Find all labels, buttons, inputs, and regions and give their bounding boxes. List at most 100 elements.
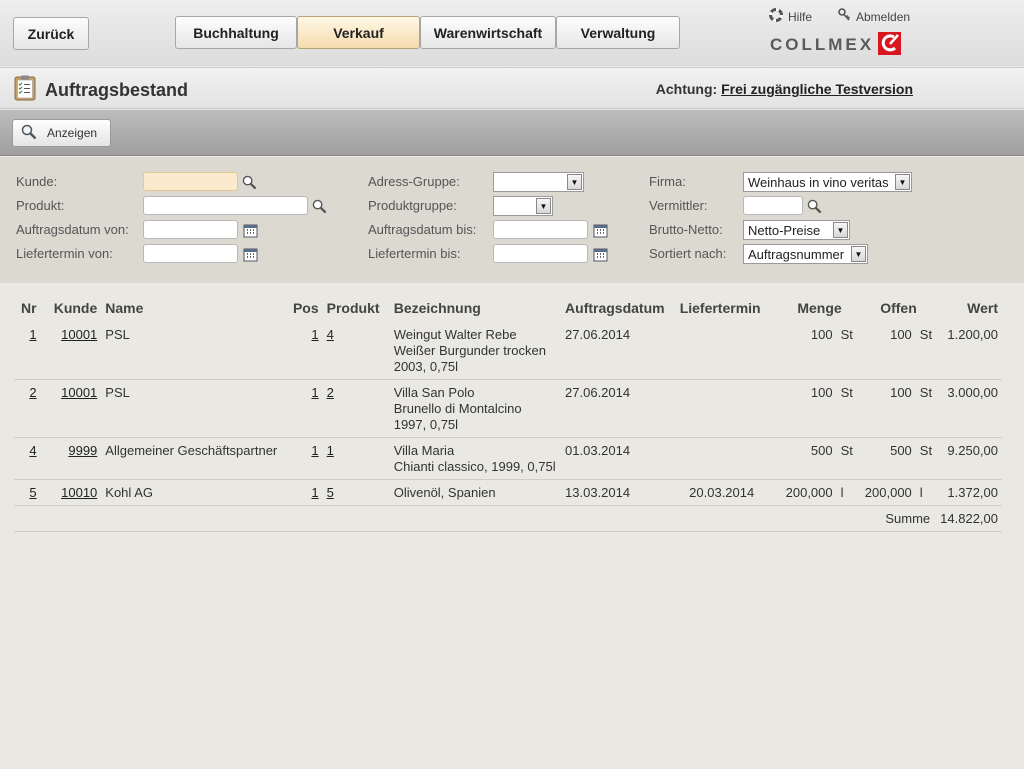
order-number-link[interactable]: 1 [29, 327, 36, 342]
company-label: Firma: [649, 174, 686, 189]
logout-link[interactable]: Abmelden [838, 8, 910, 25]
customer-search-icon[interactable] [240, 173, 258, 191]
position-link[interactable]: 1 [311, 485, 318, 500]
header-delivery-date[interactable]: Liefertermin [676, 296, 779, 322]
value-amount: 3.000,00 [936, 379, 1002, 438]
order-number-link[interactable]: 2 [29, 385, 36, 400]
product-search-icon[interactable] [310, 197, 328, 215]
open-unit: l [915, 479, 937, 506]
quantity-unit: l [836, 479, 861, 506]
product-input[interactable] [143, 196, 308, 215]
customer-name: Kohl AG [101, 479, 282, 506]
address-group-label: Adress-Gruppe: [368, 174, 460, 189]
header-product[interactable]: Produkt [323, 296, 390, 322]
product-group-select[interactable]: ▼ [493, 196, 553, 216]
lifebuoy-icon [769, 8, 783, 25]
order-date-from-input[interactable] [143, 220, 238, 239]
magnifier-icon [21, 124, 37, 143]
header-description[interactable]: Bezeichnung [390, 296, 561, 322]
order-number-link[interactable]: 5 [29, 485, 36, 500]
product-description: Olivenöl, Spanien [389, 479, 562, 506]
sort-label: Sortiert nach: [649, 246, 727, 261]
sum-value: 14.822,00 [936, 505, 1002, 532]
product-number-link[interactable]: 2 [327, 385, 334, 400]
open-unit: St [915, 322, 937, 380]
header-order-date[interactable]: Auftragsdatum [561, 296, 676, 322]
customer-name: PSL [101, 379, 282, 438]
product-description: Villa Maria Chianti classico, 1999, 0,75l [389, 437, 562, 480]
order-date: 01.03.2014 [561, 437, 676, 480]
open-value: 200,000 [860, 479, 916, 506]
tab-verwaltung[interactable]: Verwaltung [556, 16, 680, 49]
show-button[interactable]: Anzeigen [12, 119, 111, 147]
agent-input[interactable] [743, 196, 803, 215]
quantity-value: 100 [778, 322, 837, 380]
product-number-link[interactable]: 1 [327, 443, 334, 458]
header-name[interactable]: Name [101, 296, 281, 322]
order-date-from-label: Auftragsdatum von: [16, 222, 129, 237]
customer-input[interactable] [143, 172, 238, 191]
customer-number-link[interactable]: 9999 [68, 443, 97, 458]
value-amount: 1.200,00 [936, 322, 1002, 380]
tab-buchhaltung[interactable]: Buchhaltung [175, 16, 297, 49]
tab-verkauf[interactable]: Verkauf [297, 16, 420, 49]
sum-row: Summe 14.822,00 [14, 505, 1002, 532]
gross-net-select[interactable]: Netto-Preise ▼ [743, 220, 850, 240]
agent-search-icon[interactable] [805, 197, 823, 215]
quantity-unit: St [836, 379, 861, 438]
customer-number-link[interactable]: 10010 [61, 485, 97, 500]
order-date-from-calendar-icon[interactable] [241, 221, 259, 239]
quantity-unit: St [836, 437, 861, 480]
header-quantity[interactable]: Menge [778, 296, 861, 322]
gross-net-label: Brutto-Netto: [649, 222, 723, 237]
delivery-from-calendar-icon[interactable] [241, 245, 259, 263]
logo-mark-icon [878, 32, 902, 58]
position-link[interactable]: 1 [311, 385, 318, 400]
order-date-to-input[interactable] [493, 220, 588, 239]
quantity-value: 500 [778, 437, 837, 480]
header-open[interactable]: Offen [861, 296, 936, 322]
delivery-from-input[interactable] [143, 244, 238, 263]
agent-label: Vermittler: [649, 198, 708, 213]
open-unit: St [915, 379, 937, 438]
order-number-link[interactable]: 4 [29, 443, 36, 458]
product-number-link[interactable]: 5 [327, 485, 334, 500]
position-link[interactable]: 1 [311, 443, 318, 458]
customer-number-link[interactable]: 10001 [61, 385, 97, 400]
customer-name: PSL [101, 322, 282, 380]
position-link[interactable]: 1 [311, 327, 318, 342]
order-date-to-label: Auftragsdatum bis: [368, 222, 477, 237]
delivery-to-input[interactable] [493, 244, 588, 263]
logout-label: Abmelden [856, 9, 911, 24]
sort-select[interactable]: Auftragsnummer ▼ [743, 244, 868, 264]
table-row: 5 10010 Kohl AG 1 5 Olivenöl, Spanien 13… [14, 479, 1002, 506]
address-group-select[interactable]: ▼ [493, 172, 584, 192]
open-unit: St [915, 437, 937, 480]
testversion-link[interactable]: Frei zugängliche Testversion [721, 81, 913, 97]
product-description: Weingut Walter Rebe Weißer Burgunder troc… [389, 322, 562, 380]
help-label: Hilfe [788, 9, 813, 24]
product-number-link[interactable]: 4 [327, 327, 334, 342]
gross-net-select-value: Netto-Preise [748, 222, 821, 238]
header-pos[interactable]: Pos [281, 296, 322, 322]
table-row: 1 10001 PSL 1 4 Weingut Walter Rebe Weiße… [14, 322, 1002, 380]
order-date-to-calendar-icon[interactable] [591, 221, 609, 239]
product-label: Produkt: [16, 198, 65, 213]
value-amount: 1.372,00 [936, 479, 1002, 506]
header-customer[interactable]: Kunde [41, 296, 102, 322]
header-nr[interactable]: Nr [14, 296, 41, 322]
filter-panel: Kunde: Produkt: Auftragsdatum von: Liefe… [0, 157, 1024, 283]
order-date: 27.06.2014 [561, 322, 676, 380]
header-value[interactable]: Wert [936, 296, 1002, 322]
customer-number-link[interactable]: 10001 [61, 327, 97, 342]
testversion-warning: Achtung: Frei zugängliche Testversion [656, 81, 913, 97]
sort-select-value: Auftragsnummer [748, 246, 845, 262]
tab-warenwirtschaft[interactable]: Warenwirtschaft [420, 16, 556, 49]
back-button[interactable]: Zurück [13, 17, 89, 50]
customer-name: Allgemeiner Geschäftspartner [101, 437, 282, 480]
company-select[interactable]: Weinhaus in vino veritas ▼ [743, 172, 912, 192]
help-link[interactable]: Hilfe [769, 8, 812, 25]
delivery-from-label: Liefertermin von: [16, 246, 113, 261]
open-value: 500 [860, 437, 916, 480]
delivery-to-calendar-icon[interactable] [591, 245, 609, 263]
